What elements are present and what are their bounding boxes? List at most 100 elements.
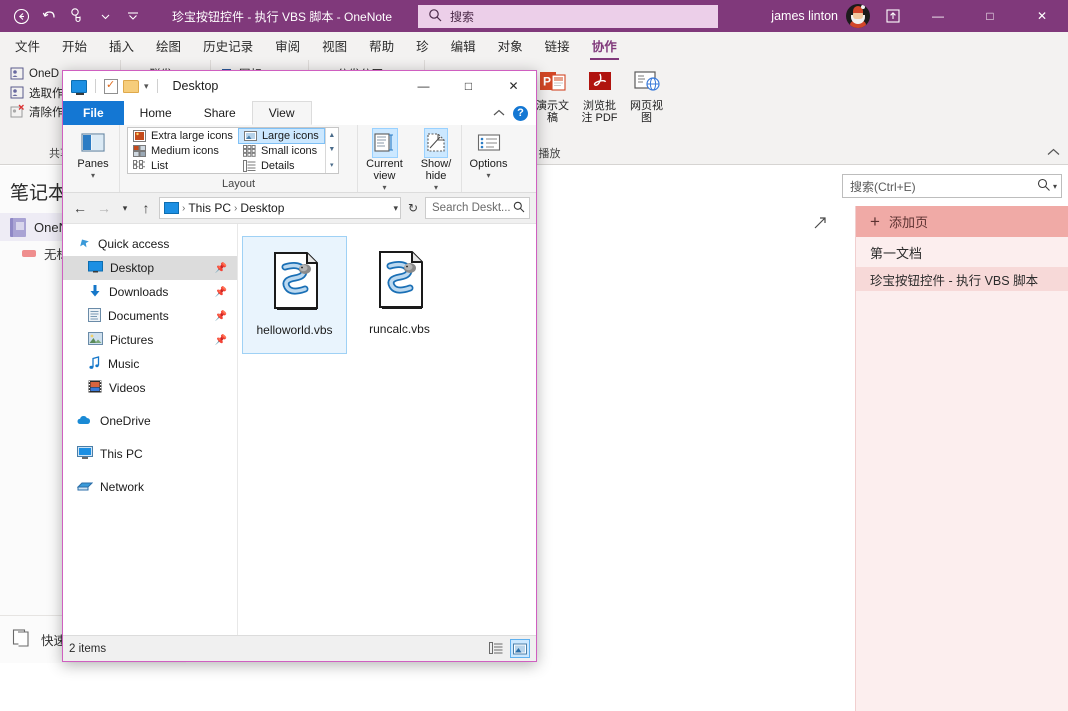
chevron-down-icon[interactable] [92, 3, 118, 29]
panes-button[interactable]: Panes ▾ [71, 128, 115, 182]
search-dropdown-caret[interactable]: ▾ [1053, 182, 1057, 191]
page-list-item[interactable]: 第一文档 [856, 237, 1068, 267]
tab-link[interactable]: 链接 [534, 33, 581, 60]
chevron-up-icon[interactable] [493, 106, 505, 120]
onenote-search-input[interactable]: 搜索 [418, 5, 718, 28]
qat-chevron-icon[interactable] [120, 3, 146, 29]
tab-edit[interactable]: 编辑 [440, 33, 487, 60]
breadcrumb-dropdown-icon[interactable]: ▾ [393, 203, 398, 214]
nav-item-this-pc[interactable]: This PC [63, 442, 237, 466]
scroll-down-icon[interactable]: ▼ [328, 146, 335, 153]
back-circle-icon[interactable] [8, 3, 34, 29]
tab-help[interactable]: 帮助 [358, 33, 405, 60]
tab-zhen[interactable]: 珍 [405, 33, 440, 60]
nav-item-pictures[interactable]: Pictures 📌 [63, 328, 237, 352]
refresh-button[interactable]: ↻ [403, 197, 423, 219]
expand-arrow-icon[interactable] [813, 216, 827, 233]
undo-icon[interactable] [36, 3, 62, 29]
tab-collaborate[interactable]: 协作 [581, 33, 628, 60]
large-icons-view-button[interactable] [510, 639, 530, 658]
tab-history[interactable]: 历史记录 [192, 33, 264, 60]
nav-item-network[interactable]: Network [63, 475, 237, 499]
user-account[interactable]: james linton — □ ✕ [771, 0, 1068, 32]
pin-icon[interactable]: 📌 [215, 335, 227, 346]
explorer-minimize-button[interactable]: — [401, 71, 446, 101]
scroll-more-icon[interactable]: ▾ [330, 161, 334, 169]
tab-home[interactable]: Home [124, 101, 188, 125]
layout-gallery-scrollbar[interactable]: ▲ ▼ ▾ [325, 128, 338, 173]
chevron-down-icon[interactable]: ▾ [91, 170, 95, 182]
chevron-down-icon[interactable]: ▾ [486, 170, 490, 182]
tab-view[interactable]: View [252, 101, 312, 125]
page-list-item-selected[interactable]: 珍宝按钮控件 - 执行 VBS 脚本 [856, 267, 1068, 291]
touch-mode-icon[interactable] [64, 3, 90, 29]
breadcrumb-this-pc[interactable]: This PC [188, 201, 231, 215]
monitor-icon[interactable] [71, 80, 87, 93]
file-item-runcalc[interactable]: runcalc.vbs [347, 236, 452, 354]
details-view-button[interactable] [486, 639, 506, 658]
breadcrumb-desktop[interactable]: Desktop [240, 201, 284, 215]
tab-file[interactable]: 文件 [4, 33, 51, 60]
recent-locations-button[interactable]: ▾ [117, 197, 133, 219]
tab-file[interactable]: File [63, 101, 124, 125]
nav-item-music[interactable]: Music [63, 352, 237, 376]
nav-item-downloads[interactable]: Downloads 📌 [63, 280, 237, 304]
explorer-search-input[interactable]: Search Deskt... [425, 197, 530, 219]
explorer-maximize-button[interactable]: □ [446, 71, 491, 101]
explorer-close-button[interactable]: ✕ [491, 71, 536, 101]
options-button[interactable]: Options ▾ [466, 128, 511, 182]
webview-button[interactable]: 网页视图 [625, 64, 668, 124]
tab-draw[interactable]: 绘图 [145, 33, 192, 60]
pin-icon[interactable]: 📌 [215, 311, 227, 322]
minimize-button[interactable]: — [916, 0, 960, 32]
show-hide-button[interactable]: Show/ hide ▾ [415, 128, 457, 194]
onedrive-share-button[interactable]: OneD [6, 64, 68, 83]
breadcrumb[interactable]: › This PC › Desktop ▾ [159, 197, 401, 219]
properties-icon[interactable] [104, 79, 118, 94]
maximize-button[interactable]: □ [968, 0, 1012, 32]
back-button[interactable]: ← [69, 197, 91, 219]
chevron-up-icon[interactable] [1047, 148, 1060, 160]
tab-view[interactable]: 视图 [311, 33, 358, 60]
pin-icon[interactable]: 📌 [215, 287, 227, 298]
pin-icon[interactable]: 📌 [215, 263, 227, 274]
explorer-file-list[interactable]: helloworld.vbs runcalc.vbs [238, 224, 536, 635]
tab-insert[interactable]: 插入 [98, 33, 145, 60]
options-label: Options [470, 158, 508, 170]
layout-details[interactable]: Details [238, 158, 325, 173]
folder-icon[interactable] [123, 80, 139, 93]
presentation-button[interactable]: P 演示文稿 [531, 64, 574, 124]
nav-item-quick-access[interactable]: Quick access [63, 232, 237, 256]
nav-item-videos[interactable]: Videos [63, 376, 237, 400]
layout-extra-large-icons[interactable]: Extra large icons [128, 128, 238, 143]
clear-author-button[interactable]: 清除作 [6, 102, 68, 121]
layout-medium-icons[interactable]: Medium icons [128, 143, 238, 158]
nav-label: Downloads [109, 285, 168, 299]
large-icons-view-icon [513, 643, 527, 655]
search-icon[interactable] [1037, 178, 1051, 195]
add-page-button[interactable]: + 添加页 [856, 206, 1068, 237]
layout-list[interactable]: List [128, 158, 238, 173]
search-input[interactable]: 搜索(Ctrl+E) ▾ [842, 174, 1062, 198]
share-icon[interactable] [878, 3, 908, 29]
tab-review[interactable]: 审阅 [264, 33, 311, 60]
close-button[interactable]: ✕ [1020, 0, 1064, 32]
pdf-annotate-button[interactable]: 浏览批注 PDF [578, 64, 621, 124]
tab-object[interactable]: 对象 [487, 33, 534, 60]
up-button[interactable]: ↑ [135, 197, 157, 219]
forward-button[interactable]: → [93, 197, 115, 219]
nav-item-onedrive[interactable]: OneDrive [63, 409, 237, 433]
layout-large-icons[interactable]: Large icons [238, 128, 325, 144]
current-view-button[interactable]: Current view ▾ [362, 128, 407, 194]
file-item-helloworld[interactable]: helloworld.vbs [242, 236, 347, 354]
onenote-ribbon-tabs: 文件 开始 插入 绘图 历史记录 审阅 视图 帮助 珍 编辑 对象 链接 协作 [0, 32, 1068, 60]
layout-small-icons[interactable]: Small icons [238, 144, 325, 159]
nav-item-documents[interactable]: Documents 📌 [63, 304, 237, 328]
chevron-down-icon[interactable]: ▾ [144, 81, 149, 92]
scroll-up-icon[interactable]: ▲ [328, 132, 335, 139]
pick-author-button[interactable]: 选取作 [6, 83, 68, 102]
tab-home[interactable]: 开始 [51, 33, 98, 60]
help-icon[interactable]: ? [513, 106, 528, 121]
tab-share[interactable]: Share [188, 101, 252, 125]
nav-item-desktop[interactable]: Desktop 📌 [63, 256, 237, 280]
